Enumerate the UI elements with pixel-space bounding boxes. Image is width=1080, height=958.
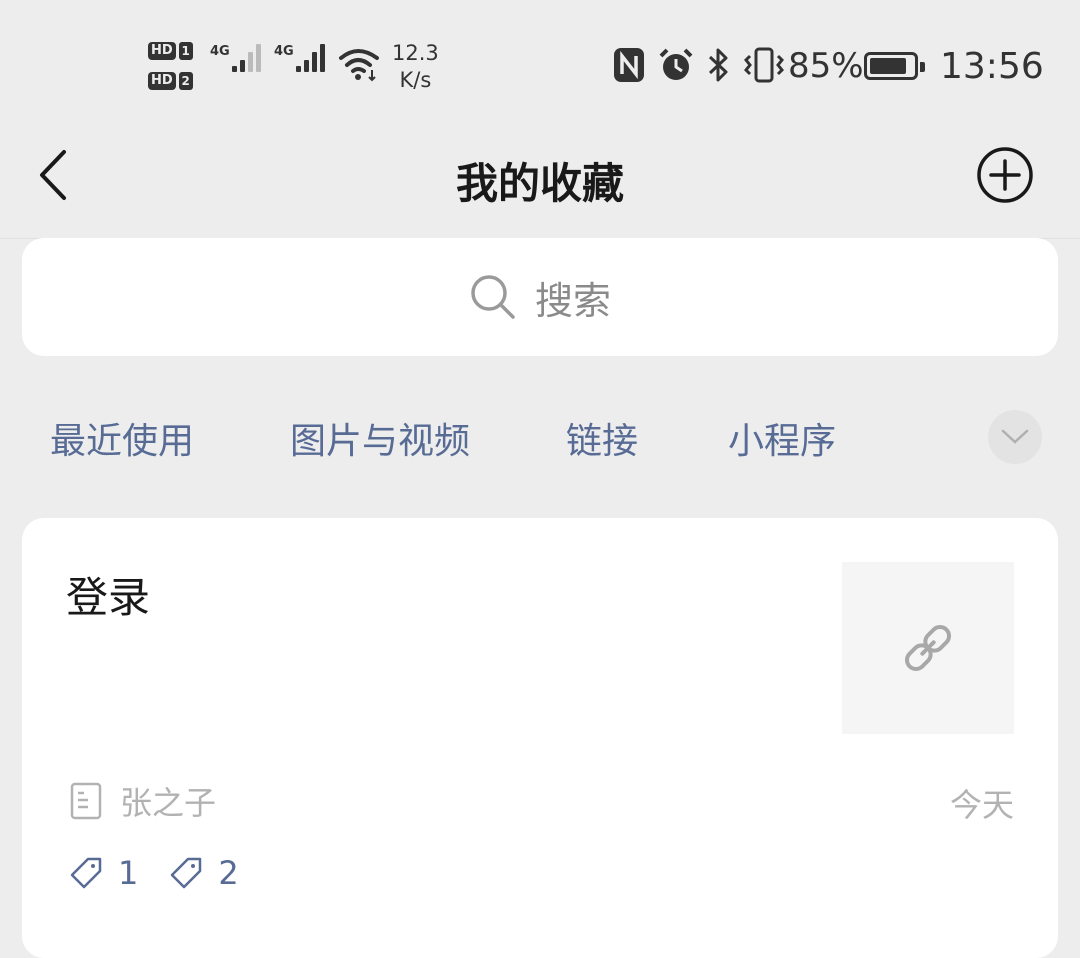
favorite-tags: 1 2	[68, 854, 269, 892]
sim2-number: 2	[178, 72, 193, 90]
net-speed-unit: K/s	[399, 68, 432, 92]
nav-bar: 我的收藏	[0, 120, 1080, 239]
network-type-label: 4G	[274, 44, 294, 59]
category-recent[interactable]: 最近使用	[50, 412, 194, 464]
category-links[interactable]: 链接	[566, 412, 638, 464]
vibrate-icon	[744, 47, 784, 83]
search-input[interactable]: 搜索	[22, 238, 1058, 356]
net-speed-value: 12.3	[392, 41, 439, 65]
favorite-item-card[interactable]: 登录 张之子 今天 1 2	[22, 518, 1058, 958]
document-icon	[70, 782, 102, 820]
tag-icon	[70, 857, 102, 889]
sim1-hd-badge: HD	[148, 42, 176, 60]
category-filter-bar: 最近使用 图片与视频 链接 小程序	[0, 410, 1080, 472]
sim-indicators: HD 1 HD 2	[148, 40, 200, 100]
alarm-icon	[659, 48, 693, 80]
wifi-icon	[339, 49, 379, 82]
category-images-videos[interactable]: 图片与视频	[290, 412, 470, 464]
favorite-source: 张之子	[70, 778, 216, 824]
sim2-hd-badge: HD	[148, 72, 176, 90]
category-mini-programs[interactable]: 小程序	[728, 412, 836, 464]
link-icon	[904, 624, 952, 672]
link-thumbnail	[842, 562, 1014, 734]
tag-item[interactable]: 2	[168, 854, 239, 892]
search-icon	[471, 275, 515, 319]
signal-strength-sim1: 4G	[210, 44, 264, 72]
network-type-label: 4G	[210, 44, 230, 59]
clock: 13:56	[940, 46, 1044, 87]
status-icons	[612, 46, 796, 84]
tag-label: 2	[218, 854, 239, 892]
expand-categories-button[interactable]	[988, 410, 1042, 464]
battery-percent: 85%	[788, 46, 864, 86]
chevron-down-icon	[1001, 429, 1029, 444]
source-name: 张之子	[120, 784, 217, 822]
add-button[interactable]	[976, 146, 1034, 208]
signal-strength-sim2: 4G	[274, 44, 328, 72]
bluetooth-icon	[708, 48, 728, 82]
tag-item[interactable]: 1	[68, 854, 138, 892]
battery-icon	[864, 52, 925, 80]
favorite-title: 登录	[66, 573, 151, 622]
page-title: 我的收藏	[455, 159, 624, 208]
tag-label: 1	[118, 854, 139, 892]
search-placeholder: 搜索	[534, 278, 611, 323]
nfc-icon	[614, 48, 644, 82]
status-bar: HD 1 HD 2 4G 4G 12.3 K/s 85% 13:56	[0, 0, 1080, 120]
favorite-date: 今天	[949, 786, 1014, 824]
tag-icon	[171, 857, 202, 889]
sim1-number: 1	[178, 42, 193, 60]
net-speed: 12.3 K/s	[392, 40, 439, 94]
plus-circle-icon	[977, 147, 1033, 203]
